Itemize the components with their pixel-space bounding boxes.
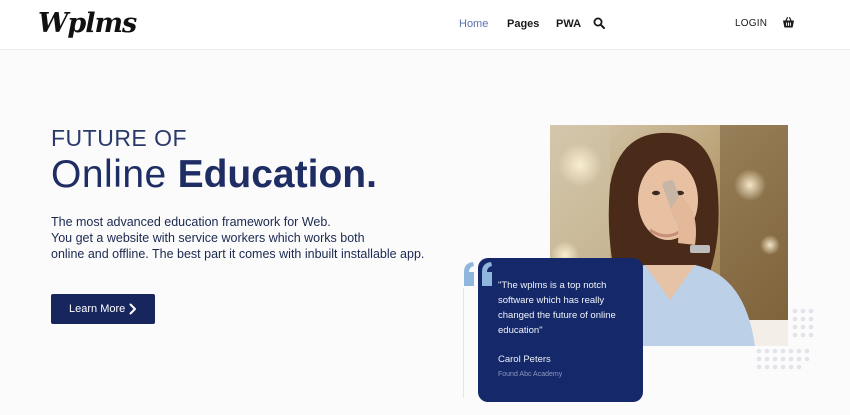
- quote-icon: [464, 262, 492, 286]
- nav-home[interactable]: Home: [459, 18, 488, 30]
- hero-title: Online Education.: [51, 151, 377, 199]
- hero-description-line: The most advanced education framework fo…: [51, 215, 331, 229]
- testimonial-card: "The wplms is a top notch software which…: [478, 258, 643, 402]
- testimonial-quote-line: education": [498, 325, 543, 336]
- testimonial-quote: "The wplms is a top notch software which…: [498, 278, 633, 338]
- wplms-logo[interactable]: Wplms: [38, 8, 137, 39]
- hero-description: The most advanced education framework fo…: [51, 214, 431, 262]
- hero-description-line: online and offline. The best part it com…: [51, 247, 425, 261]
- hero-description-line: You get a website with service workers w…: [51, 231, 365, 245]
- testimonial-author-name: Carol Peters: [498, 354, 551, 365]
- decorative-divider: [463, 288, 464, 398]
- login-link[interactable]: LOGIN: [735, 18, 767, 29]
- decorative-dot-grid: [756, 308, 814, 370]
- search-icon[interactable]: [593, 17, 605, 29]
- site-header: Wplms Home Pages PWA LOGIN: [0, 0, 850, 50]
- hero-kicker: FUTURE OF: [51, 125, 188, 151]
- testimonial-quote-line: "The wplms is a top notch: [498, 280, 607, 291]
- hero-title-light: Online: [51, 153, 167, 196]
- chevron-right-icon: [129, 303, 136, 315]
- learn-more-button[interactable]: Learn More: [51, 294, 155, 324]
- cart-icon[interactable]: [782, 16, 795, 29]
- nav-pages[interactable]: Pages: [507, 18, 539, 30]
- hero-title-bold: Education.: [177, 153, 377, 196]
- learn-more-label: Learn More: [69, 303, 126, 315]
- nav-pwa[interactable]: PWA: [556, 18, 581, 30]
- testimonial-author-role: Found Abc Academy: [498, 371, 563, 378]
- testimonial-quote-line: software which has really: [498, 295, 605, 306]
- testimonial-quote-line: changed the future of online: [498, 310, 616, 321]
